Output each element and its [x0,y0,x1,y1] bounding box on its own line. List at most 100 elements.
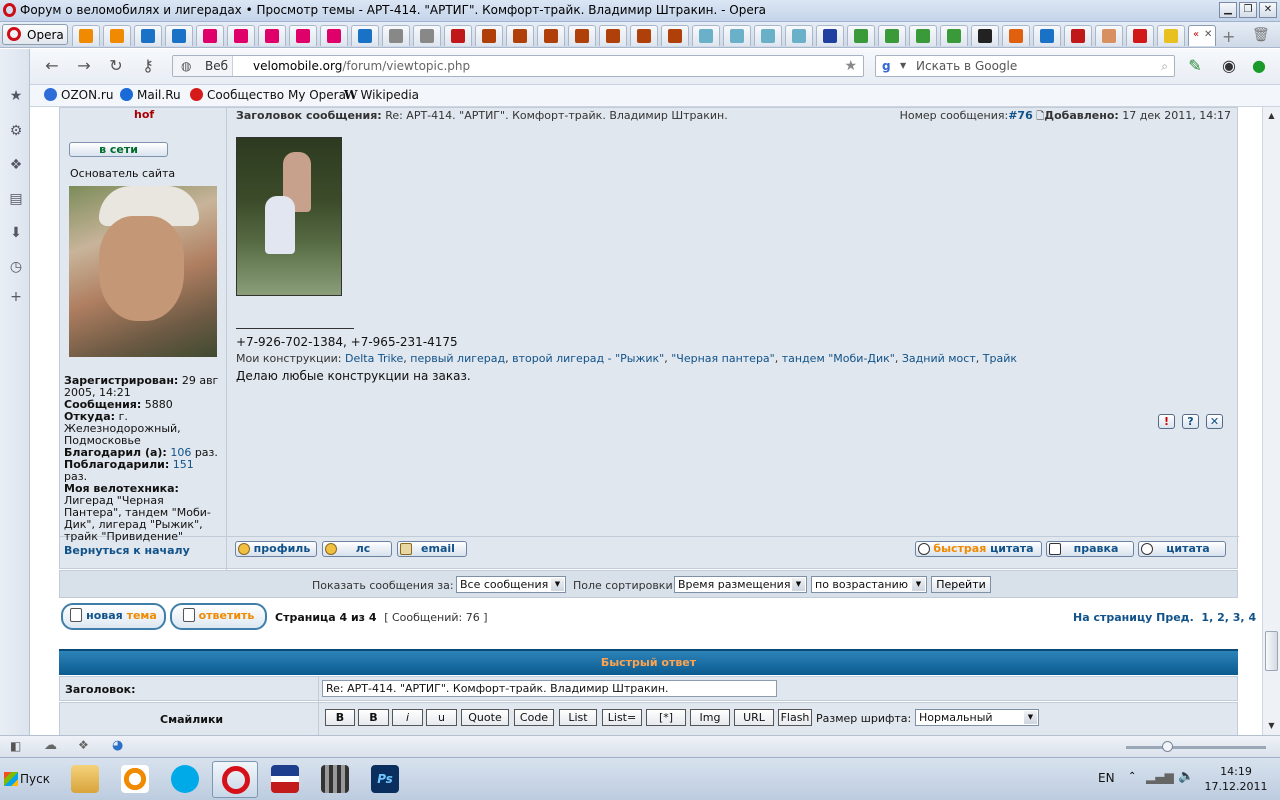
browser-tab[interactable] [134,25,162,46]
browser-tab[interactable] [692,25,720,46]
scroll-thumb[interactable] [1265,631,1278,671]
font-size-select[interactable]: Нормальный ▼ [915,709,1039,726]
search-icon[interactable]: ⌕ [1161,59,1168,74]
close-window-button[interactable]: ✕ [1259,2,1277,18]
zoom-slider[interactable] [1126,746,1266,749]
browser-tab[interactable] [165,25,193,46]
construction-link[interactable]: Трайк [983,352,1017,365]
browser-tab[interactable] [227,25,255,46]
quote-format-button[interactable]: Quote [461,709,509,726]
history-icon[interactable]: ◷ [8,259,24,275]
post-number-link[interactable]: #76 [1008,109,1033,122]
browser-tab[interactable] [878,25,906,46]
translate-icon[interactable]: ✎ [1185,57,1205,77]
browser-tab[interactable] [630,25,658,46]
vertical-scrollbar[interactable]: ▲ ▼ [1262,107,1280,735]
construction-link[interactable]: тандем "Моби-Дик" [782,352,895,365]
taskbar-photoshop[interactable]: Ps [362,761,408,798]
active-tab[interactable]: « ✕ [1188,25,1216,46]
chevron-down-icon[interactable]: ▼ [900,61,906,70]
browser-tab[interactable] [754,25,782,46]
browser-tab[interactable] [940,25,968,46]
taskbar-mail[interactable] [112,761,158,798]
browser-tab[interactable] [475,25,503,46]
browser-tab[interactable] [1095,25,1123,46]
email-button[interactable]: email [397,541,467,557]
speed-dial-icon[interactable]: ◉ [1219,57,1239,77]
browser-tab[interactable] [413,25,441,46]
bookmark-myopera[interactable]: Сообщество My Opera [190,88,346,102]
opera-menu-button[interactable]: Opera [2,24,68,45]
browser-tab[interactable] [196,25,224,46]
profile-button[interactable]: профиль [235,541,317,557]
address-field[interactable]: ◍ Веб velomobile.org/forum/viewtopic.php… [172,55,864,77]
info-icon[interactable]: ? [1182,414,1199,429]
taskbar-save[interactable] [262,761,308,798]
bookmark-wikipedia[interactable]: W Wikipedia [344,88,419,102]
underline-button[interactable]: u [426,709,457,726]
code-button[interactable]: Code [514,709,554,726]
close-tab-icon[interactable]: ✕ [1204,29,1212,40]
minimize-button[interactable]: ▁ [1219,2,1237,18]
new-tab-icon[interactable]: + [1222,27,1235,46]
browser-tab[interactable] [568,25,596,46]
quote-button[interactable]: цитата [1138,541,1226,557]
add-panel-icon[interactable]: + [8,289,24,305]
wand-key-icon[interactable]: ⚷ [138,57,158,77]
quick-quote-button[interactable]: быстрая цитата [915,541,1042,557]
browser-tab[interactable] [816,25,844,46]
post-author[interactable]: hof [134,108,154,121]
url-button[interactable]: URL [734,709,774,726]
unite-status-icon[interactable]: ❖ [78,738,89,752]
back-icon[interactable]: ← [42,57,62,77]
construction-link[interactable]: второй лигерад - "Рыжик" [512,352,664,365]
browser-tab[interactable] [661,25,689,46]
page-link-2[interactable]: 2 [1217,611,1225,624]
tray-expand-icon[interactable]: ⌃ [1128,771,1136,782]
page-link-3[interactable]: 3 [1233,611,1241,624]
show-posts-select[interactable]: Все сообщения ▼ [456,576,566,593]
browser-tab[interactable] [1002,25,1030,46]
reload-icon[interactable]: ↻ [106,57,126,77]
cloud-icon[interactable]: ☁ [44,738,57,753]
browser-tab[interactable] [320,25,348,46]
sort-field-select[interactable]: Время размещения ▼ [674,576,807,593]
language-indicator[interactable]: EN [1098,771,1115,785]
taskbar-film[interactable] [312,761,358,798]
volume-icon[interactable]: 🔈 [1178,769,1194,784]
browser-tab[interactable] [1064,25,1092,46]
browser-tab[interactable] [258,25,286,46]
go-button[interactable]: Перейти [931,576,991,593]
construction-link[interactable]: первый лигерад [410,352,505,365]
browser-tab[interactable] [537,25,565,46]
list-item-button[interactable]: [*] [646,709,686,726]
bookmark-ozon[interactable]: OZON.ru [44,88,113,102]
subject-input[interactable]: Re: АРТ-414. "АРТИГ". Комфорт-трайк. Вла… [322,680,777,697]
maximize-button[interactable]: ❐ [1239,2,1257,18]
pm-button[interactable]: лс [322,541,392,557]
ordered-list-button[interactable]: List= [602,709,642,726]
forward-icon[interactable]: → [74,57,94,77]
italic-button[interactable]: i [392,709,423,726]
browser-tab[interactable] [506,25,534,46]
bookmark-star-icon[interactable]: ★ [844,58,857,74]
browser-tab[interactable] [1157,25,1185,46]
flash-button[interactable]: Flash [778,709,812,726]
unite-icon[interactable]: ❖ [8,157,24,173]
notes-icon[interactable]: ▤ [8,191,24,207]
post-image[interactable] [236,137,342,296]
taskbar-opera[interactable] [212,761,258,798]
zoom-slider-knob[interactable] [1162,741,1173,752]
downloads-icon[interactable]: ⬇ [8,225,24,241]
construction-link[interactable]: "Черная пантера" [671,352,774,365]
start-button[interactable]: Пуск [2,765,52,793]
sort-order-select[interactable]: по возрастанию ▼ [811,576,927,593]
browser-tab[interactable] [971,25,999,46]
browser-tab[interactable] [723,25,751,46]
reply-button[interactable]: ответить [170,603,267,630]
browser-tab[interactable] [351,25,379,46]
new-topic-button[interactable]: новая тема [61,603,166,630]
browser-tab[interactable] [599,25,627,46]
browser-tab[interactable] [847,25,875,46]
back-to-top-link[interactable]: Вернуться к началу [64,544,190,557]
